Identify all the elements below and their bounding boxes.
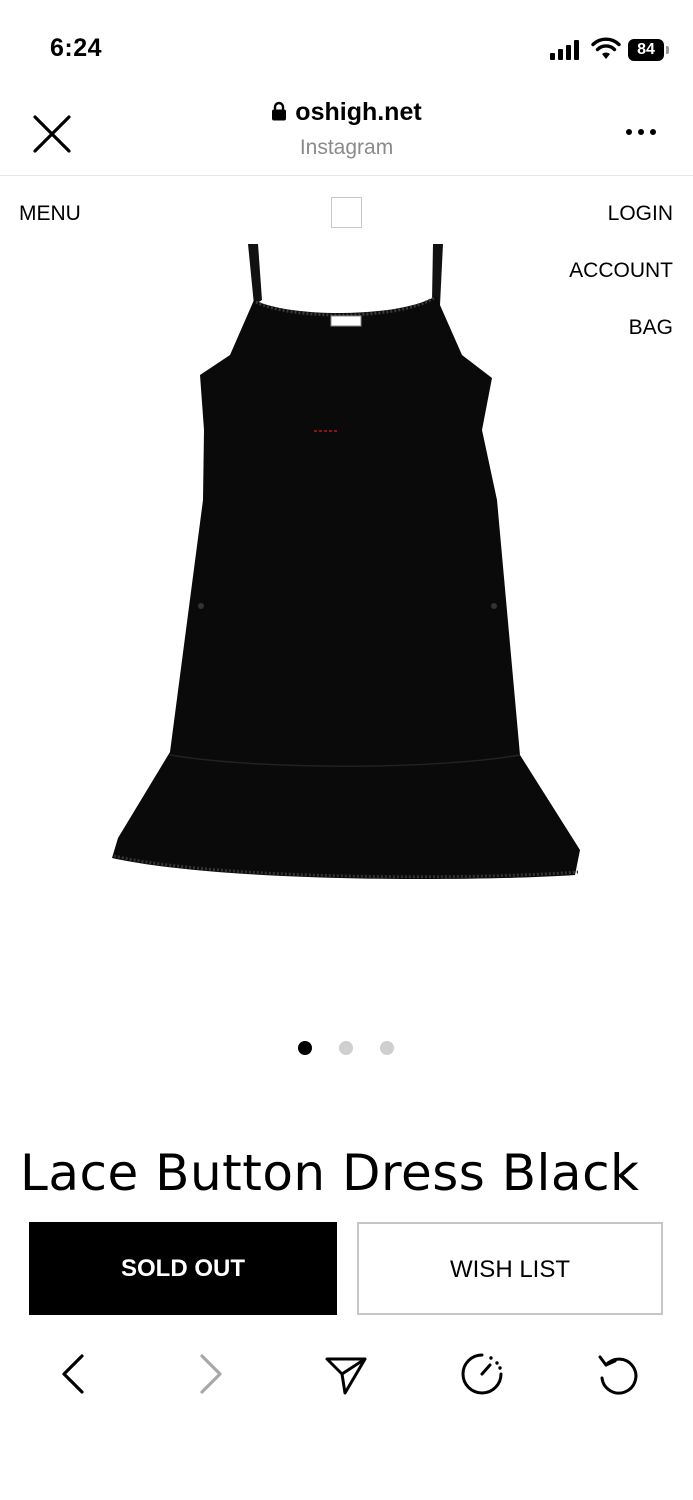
site-logo[interactable] [331, 197, 362, 228]
browser-header: oshigh.net Instagram [0, 96, 693, 176]
carousel-dot-2[interactable] [339, 1041, 353, 1055]
reload-icon[interactable] [596, 1352, 640, 1396]
url-domain: oshigh.net [295, 98, 422, 126]
wifi-icon [591, 37, 621, 59]
gauge-icon[interactable] [460, 1352, 504, 1396]
more-icon[interactable] [622, 120, 660, 144]
battery-indicator: 84 [628, 39, 669, 61]
bag-link[interactable]: BAG [629, 316, 673, 340]
wish-list-button[interactable]: WISH LIST [357, 1222, 663, 1315]
product-image[interactable] [100, 236, 590, 886]
chevron-left-icon[interactable] [52, 1352, 96, 1396]
carousel-dot-3[interactable] [380, 1041, 394, 1055]
chevron-right-icon[interactable] [188, 1352, 232, 1396]
product-title: Lace Button Dress Black [20, 1144, 640, 1202]
carousel-dot-1[interactable] [298, 1041, 312, 1055]
menu-link[interactable]: MENU [19, 202, 81, 226]
login-link[interactable]: LOGIN [608, 202, 673, 226]
page-source-label: Instagram [299, 136, 394, 159]
battery-level: 84 [628, 39, 664, 61]
status-time: 6:24 [50, 34, 103, 62]
send-icon[interactable] [324, 1352, 368, 1396]
battery-tip [666, 46, 669, 54]
cellular-signal-icon [550, 40, 579, 60]
sold-out-button[interactable]: SOLD OUT [29, 1222, 337, 1315]
lock-icon [272, 101, 287, 121]
status-bar: 6:24 84 [0, 0, 693, 96]
url-bar[interactable]: oshigh.net [0, 98, 693, 127]
carousel-indicator [0, 1041, 693, 1055]
